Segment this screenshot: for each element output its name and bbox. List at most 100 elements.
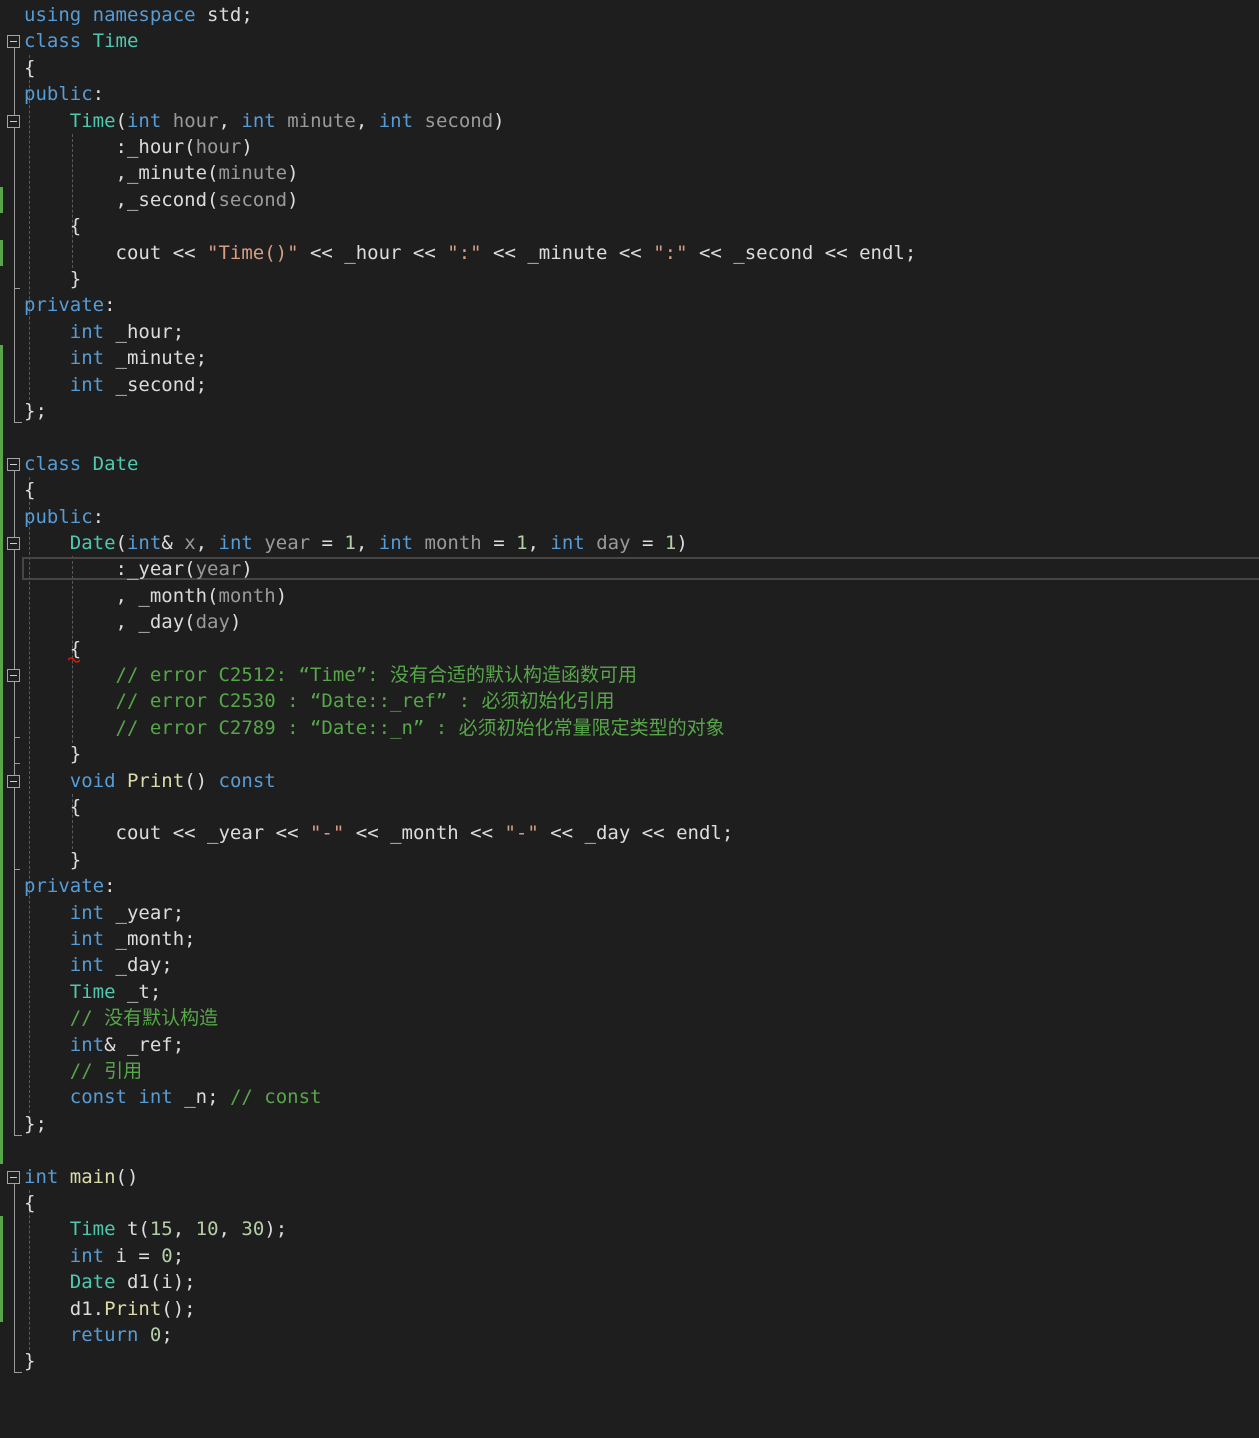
error-squiggle: [68, 656, 80, 663]
code-line[interactable]: {: [0, 477, 1259, 503]
code-token: int: [69, 320, 105, 343]
code-line[interactable]: {: [0, 213, 1259, 239]
collapse-icon[interactable]: [7, 114, 20, 128]
code-line[interactable]: return 0;: [0, 1322, 1259, 1348]
code-token: main: [69, 1165, 116, 1188]
code-line[interactable]: [0, 424, 1259, 450]
code-line[interactable]: public:: [0, 504, 1259, 530]
code-line[interactable]: // error C2789 : “Date::_n” : 必须初始化常量限定类…: [0, 715, 1259, 741]
code-line[interactable]: int _second;: [0, 372, 1259, 398]
code-text: public:: [24, 81, 104, 107]
code-line[interactable]: {: [0, 794, 1259, 820]
code-token: // error C2512: “Time”: 没有合适的默认构造函数可用: [24, 664, 638, 686]
code-line[interactable]: {: [0, 636, 1259, 662]
code-token: ,: [195, 532, 219, 554]
code-line[interactable]: int _year;: [0, 900, 1259, 926]
collapse-icon[interactable]: [7, 669, 20, 682]
code-line[interactable]: [0, 1137, 1259, 1163]
code-line[interactable]: private:: [0, 873, 1259, 899]
code-token: private: [24, 294, 105, 317]
code-token: cout <<: [24, 241, 208, 264]
code-token: 0: [161, 1244, 173, 1267]
code-line[interactable]: // error C2530 : “Date::_ref” : 必须初始化引用: [0, 688, 1259, 714]
code-line[interactable]: private:: [0, 292, 1259, 318]
code-line[interactable]: {: [0, 1190, 1259, 1216]
code-token: & _ref;: [104, 1033, 185, 1056]
code-text: // 引用: [24, 1058, 142, 1084]
collapse-icon[interactable]: [7, 537, 20, 550]
code-line[interactable]: ,_second(second): [0, 187, 1259, 213]
code-text: cout << _year << "-" << _month << "-" <<…: [24, 820, 734, 846]
code-line[interactable]: };: [0, 1111, 1259, 1137]
code-line[interactable]: :_hour(hour): [0, 134, 1259, 160]
code-line[interactable]: int _month;: [0, 926, 1259, 952]
code-line[interactable]: // error C2512: “Time”: 没有合适的默认构造函数可用: [0, 662, 1259, 688]
code-token: int: [241, 109, 276, 132]
code-token: };: [24, 1112, 47, 1135]
code-token: Time: [69, 109, 116, 132]
code-line[interactable]: d1.Print();: [0, 1296, 1259, 1322]
code-line[interactable]: :_year(year): [0, 556, 1259, 582]
code-line[interactable]: }: [0, 741, 1259, 767]
code-token: const: [69, 1086, 127, 1109]
code-token: (: [115, 532, 127, 554]
code-line[interactable]: Time(int hour, int minute, int second): [0, 108, 1259, 134]
code-line[interactable]: Time t(15, 10, 30);: [0, 1216, 1259, 1242]
code-token: ;: [172, 1244, 185, 1267]
code-line[interactable]: using namespace std;: [0, 2, 1259, 28]
code-token: _hour: [126, 136, 185, 158]
code-token: :: [92, 505, 105, 528]
code-line[interactable]: int main(): [0, 1164, 1259, 1190]
code-line[interactable]: Date(int& x, int year = 1, int month = 1…: [0, 530, 1259, 556]
code-line[interactable]: ,_minute(minute): [0, 160, 1259, 186]
code-line[interactable]: };: [0, 398, 1259, 424]
code-token: 30: [241, 1218, 265, 1241]
code-line[interactable]: cout << _year << "-" << _month << "-" <<…: [0, 820, 1259, 846]
code-line[interactable]: // 引用: [0, 1058, 1259, 1084]
code-text: {: [24, 1190, 35, 1216]
code-line[interactable]: }: [0, 1348, 1259, 1374]
code-text: private:: [24, 292, 116, 318]
code-line[interactable]: // 没有默认构造: [0, 1005, 1259, 1031]
collapse-icon[interactable]: [7, 457, 20, 471]
code-line[interactable]: const int _n; // const: [0, 1084, 1259, 1110]
code-line[interactable]: int _minute;: [0, 345, 1259, 371]
code-token: );: [264, 1218, 288, 1241]
code-token: ":": [447, 241, 482, 264]
code-line[interactable]: }: [0, 847, 1259, 873]
code-line[interactable]: }: [0, 266, 1259, 292]
code-line[interactable]: {: [0, 55, 1259, 81]
code-line[interactable]: Time _t;: [0, 979, 1259, 1005]
collapse-icon[interactable]: [7, 774, 20, 788]
code-token: Date: [92, 452, 139, 475]
code-line[interactable]: Date d1(i);: [0, 1269, 1259, 1295]
code-text: ,_second(second): [24, 187, 299, 213]
code-line[interactable]: class Time: [0, 28, 1259, 54]
code-line[interactable]: void Print() const: [0, 768, 1259, 794]
code-line[interactable]: , _day(day): [0, 609, 1259, 635]
code-line[interactable]: int& _ref;: [0, 1032, 1259, 1058]
code-line[interactable]: int _day;: [0, 952, 1259, 978]
code-line[interactable]: int _hour;: [0, 319, 1259, 345]
code-token: :: [104, 294, 116, 317]
code-line[interactable]: , _month(month): [0, 583, 1259, 609]
code-token: };: [24, 400, 47, 422]
collapse-icon[interactable]: [7, 1170, 20, 1184]
code-line[interactable]: int i = 0;: [0, 1243, 1259, 1269]
code-text: return 0;: [24, 1322, 173, 1348]
code-token: int: [69, 901, 105, 924]
code-line[interactable]: cout << "Time()" << _hour << ":" << _min…: [0, 240, 1259, 266]
code-token: _hour;: [104, 320, 185, 343]
code-editor[interactable]: using namespace std; class Time{public: T…: [0, 0, 1259, 1438]
code-token: // 引用: [24, 1060, 143, 1082]
code-token: int: [69, 954, 105, 977]
collapse-icon[interactable]: [7, 35, 20, 49]
code-token: ();: [161, 1297, 196, 1320]
code-line[interactable]: class Date: [0, 451, 1259, 477]
code-line[interactable]: public:: [0, 81, 1259, 107]
